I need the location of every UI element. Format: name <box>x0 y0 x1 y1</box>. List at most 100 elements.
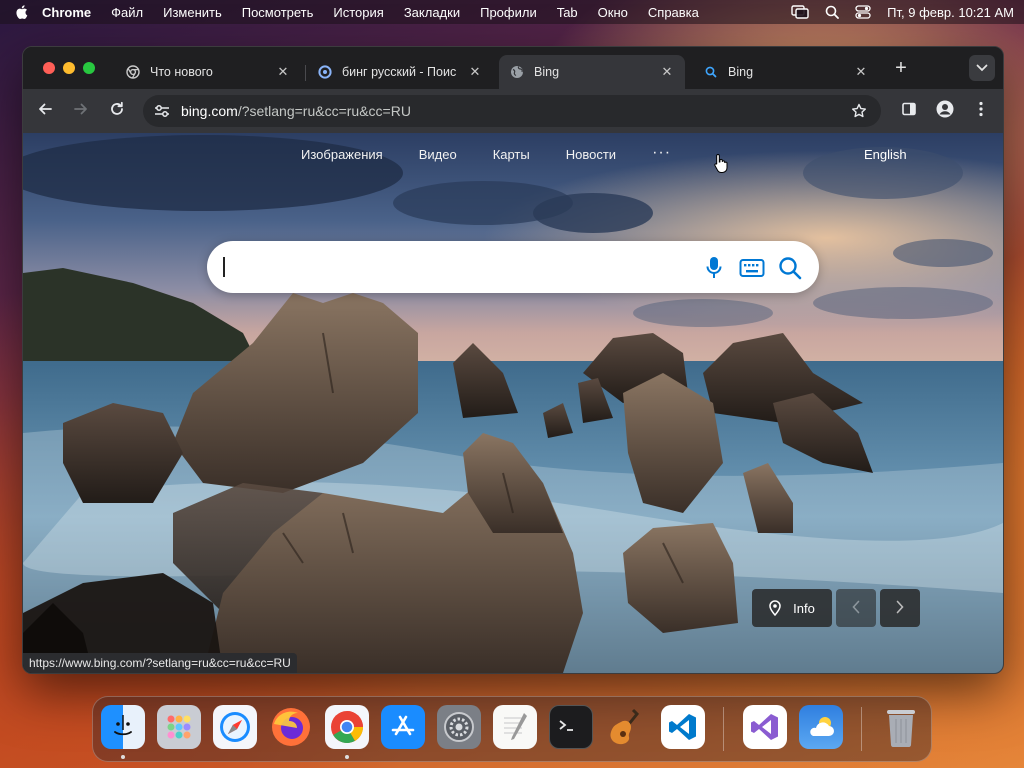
arrow-left-icon <box>37 101 53 122</box>
chrome-icon <box>125 64 141 80</box>
bing-top-nav: Изображения Видео Карты Новости ··· <box>301 145 707 163</box>
chevron-down-icon <box>976 59 988 77</box>
microphone-icon[interactable] <box>701 255 727 281</box>
tab-title: бинг русский - Поис <box>342 65 457 79</box>
nav-video-link[interactable]: Видео <box>419 147 457 162</box>
tab-whats-new[interactable]: Что нового ✕ <box>115 55 301 89</box>
nav-more-button[interactable]: ··· <box>652 145 671 162</box>
chrome-running-indicator <box>345 755 349 759</box>
image-info-bar: Info <box>752 589 920 627</box>
finder-running-indicator <box>121 755 125 759</box>
status-bar-url: https://www.bing.com/?setlang=ru&cc=ru&c… <box>23 653 297 673</box>
image-info-button[interactable]: Info <box>752 589 832 627</box>
dock-separator <box>723 707 724 751</box>
firefox-icon[interactable] <box>269 705 313 749</box>
globe-icon <box>509 64 525 80</box>
back-button[interactable] <box>35 101 55 121</box>
chrome-app-icon[interactable] <box>325 705 369 749</box>
menu-help[interactable]: Справка <box>648 5 699 20</box>
reload-button[interactable] <box>107 101 127 121</box>
finder-icon[interactable] <box>101 705 145 749</box>
bookmark-star-icon[interactable] <box>851 103 867 119</box>
tab-title: Что нового <box>150 65 213 79</box>
bing-search-icon <box>703 64 719 80</box>
safari-icon[interactable] <box>213 705 257 749</box>
next-image-button[interactable] <box>880 589 920 627</box>
nav-images-link[interactable]: Изображения <box>301 147 383 162</box>
menu-window[interactable]: Окно <box>598 5 628 20</box>
garageband-icon[interactable] <box>605 705 649 749</box>
menu-bookmarks[interactable]: Закладки <box>404 5 460 20</box>
system-settings-icon[interactable] <box>437 705 481 749</box>
hand-pointer-cursor-icon <box>713 153 729 178</box>
tab-separator <box>305 65 306 81</box>
tab-bing-active[interactable]: Bing ✕ <box>499 55 685 89</box>
avatar-icon <box>936 100 954 123</box>
site-settings-icon[interactable] <box>151 100 173 122</box>
side-panel-icon <box>901 101 917 122</box>
launchpad-icon[interactable] <box>157 705 201 749</box>
tab-search-button[interactable] <box>969 55 995 81</box>
menu-profiles[interactable]: Профили <box>480 5 537 20</box>
url-path: /?setlang=ru&cc=ru&cc=RU <box>237 103 411 119</box>
tab-strip: Что нового ✕ бинг русский - Поис ✕ Bing … <box>23 47 1003 89</box>
search-icon[interactable] <box>777 255 803 281</box>
side-panel-button[interactable] <box>899 101 919 121</box>
close-window-button[interactable] <box>43 62 55 74</box>
menu-file[interactable]: Файл <box>111 5 143 20</box>
close-tab-icon[interactable]: ✕ <box>659 64 675 80</box>
spotlight-search-icon[interactable] <box>825 5 840 19</box>
apple-menu-icon[interactable] <box>10 4 32 20</box>
close-tab-icon[interactable]: ✕ <box>275 64 291 80</box>
new-tab-button[interactable]: + <box>891 58 911 79</box>
tab-title: Bing <box>534 65 560 79</box>
window-controls <box>43 62 95 74</box>
trash-icon[interactable] <box>879 705 923 749</box>
bing-search-box[interactable] <box>207 241 819 293</box>
search-engine-icon <box>317 64 333 80</box>
location-pin-icon <box>769 600 781 616</box>
close-tab-icon[interactable]: ✕ <box>853 64 869 80</box>
previous-image-button[interactable] <box>836 589 876 627</box>
zoom-window-button[interactable] <box>83 62 95 74</box>
menu-app-name[interactable]: Chrome <box>42 5 91 20</box>
weather-icon[interactable] <box>799 705 843 749</box>
keyboard-icon[interactable] <box>739 255 765 281</box>
macos-dock <box>92 696 932 762</box>
menu-edit[interactable]: Изменить <box>163 5 222 20</box>
text-caret <box>223 257 225 277</box>
menu-view[interactable]: Посмотреть <box>242 5 314 20</box>
menu-clock[interactable]: Пт, 9 февр. 10:21 AM <box>887 5 1014 20</box>
menu-tab[interactable]: Tab <box>557 5 578 20</box>
menu-history[interactable]: История <box>333 5 383 20</box>
nav-news-link[interactable]: Новости <box>566 147 616 162</box>
chrome-window: Что нового ✕ бинг русский - Поис ✕ Bing … <box>22 46 1004 674</box>
textedit-icon[interactable] <box>493 705 537 749</box>
tab-bing-search[interactable]: бинг русский - Поис ✕ <box>307 55 493 89</box>
macos-menu-bar: Chrome Файл Изменить Посмотреть История … <box>0 0 1024 24</box>
arrow-right-icon <box>73 101 89 122</box>
profile-button[interactable] <box>935 100 955 123</box>
chevron-left-icon <box>852 600 860 617</box>
search-input[interactable] <box>221 251 685 285</box>
app-store-icon[interactable] <box>381 705 425 749</box>
url-text[interactable]: bing.com/?setlang=ru&cc=ru&cc=RU <box>181 103 411 119</box>
chevron-right-icon <box>896 600 904 617</box>
vscode-icon[interactable] <box>661 705 705 749</box>
image-info-label: Info <box>793 600 815 616</box>
screen-mirroring-icon[interactable] <box>791 5 809 19</box>
dock-separator <box>861 707 862 751</box>
kebab-menu-icon <box>979 101 983 122</box>
address-bar[interactable]: bing.com/?setlang=ru&cc=ru&cc=RU <box>143 95 881 127</box>
close-tab-icon[interactable]: ✕ <box>467 64 483 80</box>
nav-maps-link[interactable]: Карты <box>493 147 530 162</box>
control-center-icon[interactable] <box>855 5 871 19</box>
chrome-menu-button[interactable] <box>971 101 991 121</box>
language-switch-link[interactable]: English <box>864 147 907 162</box>
terminal-icon[interactable] <box>549 705 593 749</box>
url-host: bing.com <box>181 103 238 119</box>
tab-bing[interactable]: Bing ✕ <box>693 55 879 89</box>
visual-studio-icon[interactable] <box>743 705 787 749</box>
forward-button[interactable] <box>71 101 91 121</box>
minimize-window-button[interactable] <box>63 62 75 74</box>
